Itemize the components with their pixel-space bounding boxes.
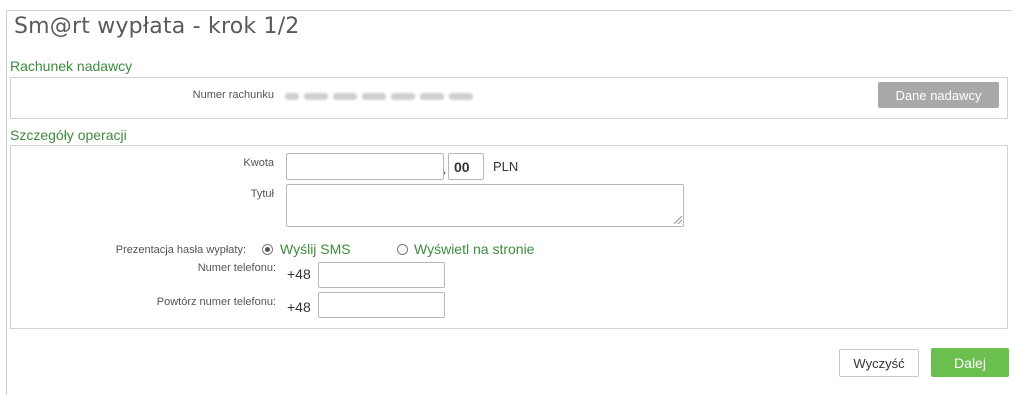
send-sms-label[interactable]: Wyślij SMS <box>280 241 351 257</box>
title-textarea[interactable] <box>286 184 684 227</box>
amount-label: Kwota <box>243 157 274 169</box>
account-number-value-blurred <box>285 91 525 101</box>
clear-button[interactable]: Wyczyść <box>839 349 919 377</box>
next-button[interactable]: Dalej <box>931 348 1009 377</box>
sender-section-title: Rachunek nadawcy <box>10 58 133 74</box>
show-on-page-radio[interactable] <box>397 244 408 255</box>
amount-cents-input[interactable]: 00 <box>448 153 484 180</box>
phone-label: Numer telefonu: <box>197 262 276 274</box>
send-sms-radio[interactable] <box>262 244 273 255</box>
sender-data-button[interactable]: Dane nadawcy <box>878 82 999 108</box>
phone-input[interactable] <box>318 262 445 288</box>
decimal-separator: , <box>443 162 447 176</box>
phone-repeat-prefix: +48 <box>287 299 311 315</box>
textarea-resize-handle[interactable] <box>674 216 682 224</box>
amount-input[interactable] <box>286 153 444 180</box>
phone-repeat-label: Powtórz numer telefonu: <box>156 296 276 308</box>
phone-prefix: +48 <box>287 266 311 282</box>
operation-section-title: Szczegóły operacji <box>10 127 127 143</box>
currency-label: PLN <box>493 159 519 174</box>
page-title: Sm@rt wypłata - krok 1/2 <box>14 14 300 39</box>
account-number-label: Numer rachunku <box>192 89 274 101</box>
title-label: Tytuł <box>250 188 274 200</box>
phone-repeat-input[interactable] <box>318 292 445 318</box>
show-on-page-label[interactable]: Wyświetl na stronie <box>414 241 534 257</box>
password-presentation-label: Prezentacja hasła wypłaty: <box>115 244 246 256</box>
